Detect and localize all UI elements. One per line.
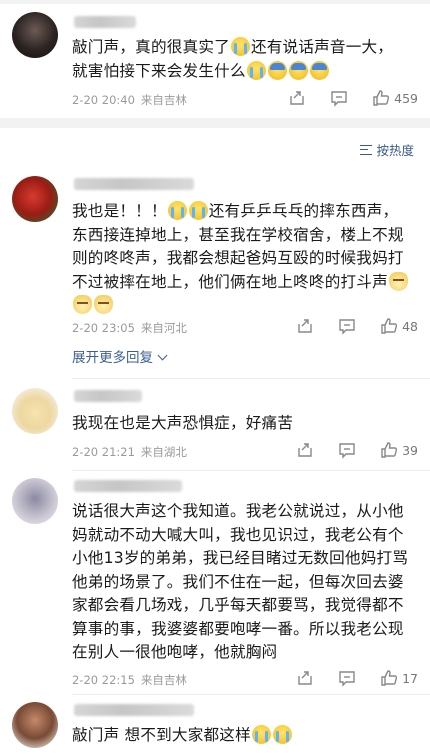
like-count: 459 <box>394 90 418 106</box>
cry-emoji-icon <box>188 201 208 220</box>
comment-meta: 2-20 22:15 来自吉林 <box>72 672 187 688</box>
comment-line: 妈就动不动大喊大叫，我也见识过，我老公有个 <box>72 525 404 544</box>
comment-line: 敲门声 想不到大家都这样 <box>72 724 420 748</box>
comment-line: 家都会看几场戏，几乎每天都要骂，我觉得都不 <box>72 596 404 614</box>
comment-icon[interactable] <box>338 317 356 335</box>
like-icon[interactable] <box>380 441 398 459</box>
comment-line: 算事的事，我婆婆都要咆哮一番。所以我老公现 <box>72 619 404 638</box>
share-icon[interactable] <box>288 89 306 107</box>
like-icon[interactable] <box>380 317 398 335</box>
comment-text: 我也是！！！ 还有乒乒乓乓的摔东西声， 东西接连掉地上，甚至我在学校宿舍，楼上不规… <box>72 200 420 318</box>
comment-line: 不过被摔在地上，他们俩在地上咚咚的打斗声 <box>72 271 420 295</box>
comment-meta: 2-20 20:40 来自吉林 <box>72 92 187 108</box>
like-count: 48 <box>402 318 418 334</box>
sort-label: 按热度 <box>376 143 414 158</box>
comment-4: 说话很大声这个我知道。我老公就说过，从小他 妈就动不动大喊大叫，我也见识过，我老… <box>0 472 430 694</box>
username[interactable] <box>74 704 194 716</box>
comment-source: 来自湖北 <box>140 445 187 459</box>
comment-line: 则的咚咚声，我都会想起爸妈互殴的时候我妈打 <box>72 249 404 267</box>
comment-actions: 459 <box>288 89 418 107</box>
comment-1: 敲门声，真的很真实了 还有说话声音一大， 就害怕接下来会发生什么 2-20 20:… <box>0 0 430 118</box>
comment-actions: 48 <box>296 317 418 335</box>
comment-icon[interactable] <box>338 669 356 687</box>
comment-actions: 39 <box>296 441 418 459</box>
like-icon[interactable] <box>380 669 398 687</box>
comment-source: 来自吉林 <box>140 673 187 687</box>
username[interactable] <box>74 390 142 402</box>
cry-emoji-icon <box>246 60 266 80</box>
comment-time: 2-20 23:05 <box>72 321 135 335</box>
comment-time: 2-20 20:40 <box>72 93 135 107</box>
cry-emoji-icon <box>272 725 292 744</box>
separator <box>72 470 430 471</box>
comment-line <box>72 294 420 318</box>
share-icon[interactable] <box>296 317 314 335</box>
sort-icon <box>360 144 373 155</box>
comment-meta: 2-20 23:05 来自河北 <box>72 320 187 336</box>
comment-text: 敲门声，真的很真实了 还有说话声音一大， 就害怕接下来会发生什么 <box>72 36 420 83</box>
fear-emoji-icon <box>288 60 308 80</box>
fear-emoji-icon <box>309 60 329 80</box>
comment-line: 就害怕接下来会发生什么 <box>72 60 420 84</box>
username[interactable] <box>74 16 136 28</box>
expand-replies-link[interactable]: 展开更多回复 <box>72 346 166 366</box>
comment-icon[interactable] <box>330 89 348 107</box>
username[interactable] <box>74 480 182 492</box>
like-count: 17 <box>402 670 418 686</box>
cry-emoji-icon <box>167 201 187 220</box>
comment-line: 敲门声，真的很真实了 还有说话声音一大， <box>72 37 394 56</box>
avatar[interactable] <box>12 388 58 434</box>
comment-line: 在别人一很他咆哮，他就胸闷 <box>72 643 278 661</box>
comment-icon[interactable] <box>338 441 356 459</box>
separator <box>72 694 430 695</box>
comment-time: 2-20 22:15 <box>72 673 135 687</box>
comment-5: 敲门声 想不到大家都这样 <box>0 696 430 754</box>
avatar[interactable] <box>12 702 58 748</box>
comment-line: 我现在也是大声恐惧症，好痛苦 <box>72 414 294 432</box>
like-icon[interactable] <box>372 89 390 107</box>
comment-text: 我现在也是大声恐惧症，好痛苦 <box>72 412 420 436</box>
share-icon[interactable] <box>296 669 314 687</box>
like-count: 39 <box>402 442 418 458</box>
comment-text: 说话很大声这个我知道。我老公就说过，从小他 妈就动不动大喊大叫，我也见识过，我老… <box>72 500 420 665</box>
comment-source: 来自河北 <box>140 321 187 335</box>
comment-meta: 2-20 21:21 来自湖北 <box>72 444 187 460</box>
cry-emoji-icon <box>251 725 271 744</box>
comment-line: 我也是！！！ 还有乒乒乓乓的摔东西声， <box>72 201 399 220</box>
share-icon[interactable] <box>296 441 314 459</box>
comment-text: 敲门声 想不到大家都这样 <box>72 724 420 748</box>
comment-source: 来自吉林 <box>140 93 187 107</box>
comment-2: 我也是！！！ 还有乒乒乓乓的摔东西声， 东西接连掉地上，甚至我在学校宿舍，楼上不规… <box>0 170 430 380</box>
fear-emoji-icon <box>267 60 287 80</box>
separator <box>72 378 430 379</box>
cry-emoji-icon <box>230 37 250 56</box>
comment-actions: 17 <box>296 669 418 687</box>
section-divider <box>0 118 430 128</box>
comment-line: 他弟的场景了。我们不住在一起，但每次回去婆 <box>72 572 404 591</box>
cat-emoji-icon <box>73 295 92 314</box>
avatar[interactable] <box>12 12 58 58</box>
cat-emoji-icon <box>94 295 113 314</box>
avatar[interactable] <box>12 176 58 222</box>
sort-button[interactable]: 按热度 <box>360 140 414 159</box>
comment-line: 小他13岁的弟弟，我已经目睹过无数回他妈打骂 <box>72 549 409 567</box>
comment-3: 我现在也是大声恐惧症，好痛苦 2-20 21:21 来自湖北 39 <box>0 380 430 472</box>
comment-time: 2-20 21:21 <box>72 445 135 459</box>
username[interactable] <box>74 178 194 190</box>
avatar[interactable] <box>12 478 58 524</box>
cat-emoji-icon <box>388 271 408 291</box>
comment-line: 东西接连掉地上，甚至我在学校宿舍，楼上不规 <box>72 225 404 244</box>
comment-line: 说话很大声这个我知道。我老公就说过，从小他 <box>72 502 404 520</box>
